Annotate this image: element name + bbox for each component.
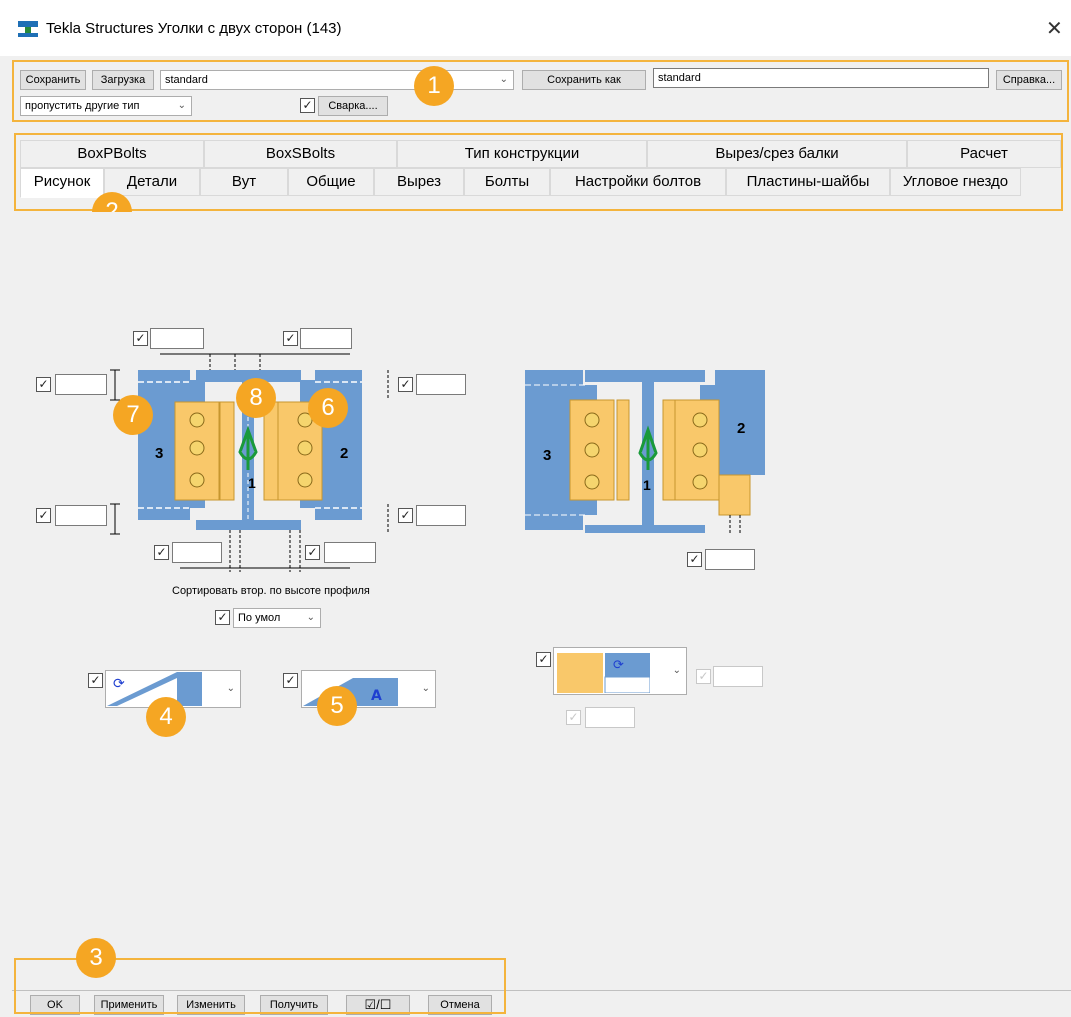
tab-picture[interactable]: Рисунок: [20, 168, 104, 198]
tab-calculation[interactable]: Расчет: [907, 140, 1061, 168]
filter-select[interactable]: пропустить другие тип ⌄: [20, 96, 192, 116]
save-as-name-input[interactable]: standard: [653, 68, 989, 88]
dim-checkbox-right-diagram[interactable]: ✓: [687, 552, 702, 567]
badge-4: 4: [146, 697, 186, 737]
tab-haunch[interactable]: Вут: [200, 168, 288, 196]
dim-checkbox-bottom-left[interactable]: ✓: [154, 545, 169, 560]
dim-field-right-lower[interactable]: [416, 505, 466, 526]
diagram-label-2: 2: [340, 445, 348, 462]
badge-6: 6: [308, 388, 348, 428]
dim-checkbox-right-upper[interactable]: ✓: [398, 377, 413, 392]
tekla-app-icon: [18, 21, 38, 37]
dim-field-bottom-left[interactable]: [172, 542, 222, 563]
dim-field-left-lower[interactable]: [55, 505, 107, 526]
tab-boxsbolts[interactable]: BoxSBolts: [204, 140, 397, 168]
chevron-down-icon: ⌄: [177, 100, 186, 111]
svg-text:A: A: [371, 688, 382, 704]
close-icon[interactable]: ✕: [1046, 16, 1063, 41]
option-checkbox-c-dim[interactable]: ✓: [696, 669, 711, 684]
joint-diagram-left: 3 2 1: [110, 353, 389, 572]
tab-row-bottom: Рисунок Детали Вут Общие Вырез Болты Нас…: [20, 168, 1061, 198]
tab-angle-socket[interactable]: Угловое гнездо: [890, 168, 1021, 196]
tab-boxpbolts[interactable]: BoxPBolts: [20, 140, 204, 168]
chevron-down-icon: ⌄: [421, 683, 430, 694]
load-button[interactable]: Загрузка: [92, 70, 154, 90]
diagram-label-1: 1: [643, 477, 651, 493]
tab-row-top: BoxPBolts BoxSBolts Тип конструкции Выре…: [20, 140, 1061, 168]
get-button[interactable]: Получить: [260, 995, 328, 1015]
option-field-d[interactable]: [585, 707, 635, 728]
rotate-icon: ⟳: [555, 649, 650, 693]
svg-text:⟳: ⟳: [113, 676, 125, 692]
chevron-down-icon: ⌄: [226, 683, 235, 694]
preset-select[interactable]: standard ⌄: [160, 70, 514, 90]
help-button[interactable]: Справка...: [996, 70, 1062, 90]
chevron-down-icon: ⌄: [499, 74, 508, 85]
dim-field-left-upper[interactable]: [55, 374, 107, 395]
dim-field-top-right[interactable]: [300, 328, 352, 349]
svg-text:⟳: ⟳: [613, 658, 624, 673]
save-button[interactable]: Сохранить: [20, 70, 86, 90]
option-checkbox-b[interactable]: ✓: [283, 673, 298, 688]
ok-button[interactable]: OK: [30, 995, 80, 1015]
badge-5: 5: [317, 686, 357, 726]
dim-field-bottom-right[interactable]: [324, 542, 376, 563]
dim-field-top-left[interactable]: [150, 328, 204, 349]
badge-1: 1: [414, 66, 454, 106]
sort-label: Сортировать втор. по высоте профиля: [172, 585, 370, 597]
chevron-down-icon: ⌄: [672, 665, 681, 676]
badge-7: 7: [113, 395, 153, 435]
option-checkbox-a[interactable]: ✓: [88, 673, 103, 688]
option-field-c-dim[interactable]: [713, 666, 763, 687]
option-checkbox-d[interactable]: ✓: [566, 710, 581, 725]
weld-button[interactable]: Сварка....: [318, 96, 388, 116]
option-select-c[interactable]: ⟳ ⌄: [553, 647, 687, 695]
tab-details[interactable]: Детали: [104, 168, 200, 196]
sort-select[interactable]: По умол ⌄: [233, 608, 321, 628]
dim-checkbox-top-right[interactable]: ✓: [283, 331, 298, 346]
tab-beam-cut[interactable]: Вырез/срез балки: [647, 140, 907, 168]
title-bar: Tekla Structures Уголки с двух сторон (1…: [0, 0, 1071, 56]
dim-field-right-upper[interactable]: [416, 374, 466, 395]
save-as-button[interactable]: Сохранить как: [522, 70, 646, 90]
sort-value: По умол: [238, 612, 281, 624]
modify-button[interactable]: Изменить: [177, 995, 245, 1015]
badge-3: 3: [76, 938, 116, 978]
dim-checkbox-right-lower[interactable]: ✓: [398, 508, 413, 523]
dim-checkbox-left-lower[interactable]: ✓: [36, 508, 51, 523]
diagram-label-1: 1: [248, 475, 256, 491]
tab-plate-washers[interactable]: Пластины-шайбы: [726, 168, 890, 196]
badge-8: 8: [236, 378, 276, 418]
tab-construction-type[interactable]: Тип конструкции: [397, 140, 647, 168]
tab-bolts[interactable]: Болты: [464, 168, 550, 196]
cancel-button[interactable]: Отмена: [428, 995, 492, 1015]
tab-bolt-settings[interactable]: Настройки болтов: [550, 168, 726, 196]
apply-button[interactable]: Применить: [94, 995, 164, 1015]
tab-general[interactable]: Общие: [288, 168, 374, 196]
option-checkbox-c[interactable]: ✓: [536, 652, 551, 667]
weld-checkbox[interactable]: ✓: [300, 98, 315, 113]
diagram-label-3: 3: [155, 445, 163, 462]
footer-divider: [12, 990, 1071, 991]
dim-field-right-diagram[interactable]: [705, 549, 755, 570]
diagram-label-2: 2: [737, 420, 745, 437]
diagram-label-3: 3: [543, 447, 551, 464]
dim-checkbox-left-upper[interactable]: ✓: [36, 377, 51, 392]
sort-checkbox[interactable]: ✓: [215, 610, 230, 625]
window-title: Tekla Structures Уголки с двух сторон (1…: [46, 20, 342, 37]
chevron-down-icon: ⌄: [306, 612, 315, 623]
preset-value: standard: [165, 74, 208, 86]
tab-notch[interactable]: Вырез: [374, 168, 464, 196]
filter-value: пропустить другие тип: [25, 100, 140, 112]
joint-diagram-right: 3 2 1: [525, 370, 765, 535]
toggle-all-button[interactable]: ☑/☐: [346, 995, 410, 1015]
dim-checkbox-bottom-right[interactable]: ✓: [305, 545, 320, 560]
dim-checkbox-top-left[interactable]: ✓: [133, 331, 148, 346]
